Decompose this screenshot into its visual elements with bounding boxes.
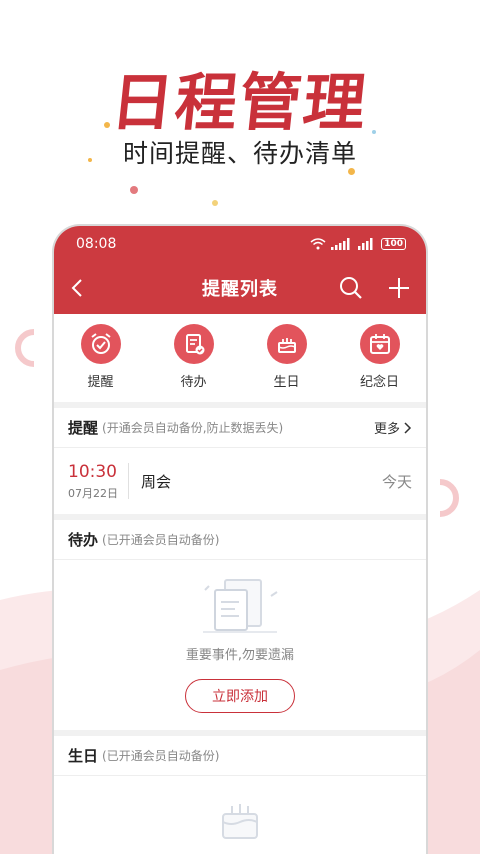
birthday-section: 生日 (已开通会员自动备份) — [54, 736, 426, 854]
reminder-title: 周会 — [141, 472, 172, 491]
quick-action-label: 待办 — [180, 375, 207, 390]
quick-action-label: 纪念日 — [359, 375, 399, 390]
quick-action-reminder[interactable]: 提醒 — [61, 324, 141, 390]
section-title: 生日 — [68, 747, 99, 765]
section-note: (已开通会员自动备份) — [102, 749, 220, 763]
battery-icon: 100 — [381, 238, 406, 250]
todo-empty-state: 重要事件,勿要遗漏 立即添加 — [54, 560, 426, 730]
reminder-section-header: 提醒 (开通会员自动备份,防止数据丢失) 更多 — [54, 408, 426, 448]
status-time: 08:08 — [76, 236, 117, 252]
section-note: (开通会员自动备份,防止数据丢失) — [102, 421, 284, 435]
todo-section: 待办 (已开通会员自动备份) 重要事件,勿要遗漏 立即添加 — [54, 520, 426, 730]
app-bar: 08:08 100 提醒列表 — [54, 226, 426, 314]
promo-title: 日程管理 — [107, 66, 372, 139]
phone-frame: 08:08 100 提醒列表 提醒 待办 生日 纪念日 提醒 (开通会员自动备份… — [52, 224, 428, 854]
alarm-clock-icon — [80, 324, 121, 364]
quick-action-anniversary[interactable]: 纪念日 — [340, 324, 420, 390]
section-note: (已开通会员自动备份) — [102, 533, 220, 547]
empty-cake-icon — [222, 804, 258, 839]
reminder-day: 今天 — [381, 472, 412, 491]
quick-action-label: 生日 — [273, 375, 300, 390]
todo-section-header: 待办 (已开通会员自动备份) — [54, 520, 426, 560]
divider — [128, 463, 129, 499]
empty-text: 重要事件,勿要遗漏 — [185, 648, 295, 663]
decor-right-ring — [439, 479, 459, 517]
promo-subtitle: 时间提醒、待办清单 — [122, 139, 357, 168]
birthday-section-header: 生日 (已开通会员自动备份) — [54, 736, 426, 776]
more-link[interactable]: 更多 — [374, 418, 412, 437]
decor-left-ring — [15, 329, 35, 367]
birthday-cake-icon — [266, 324, 307, 364]
quick-action-birthday[interactable]: 生日 — [247, 324, 327, 390]
birthday-empty-state — [54, 776, 426, 854]
section-title: 提醒 — [68, 419, 99, 437]
section-title: 待办 — [68, 531, 99, 549]
add-icon[interactable] — [386, 275, 412, 301]
chevron-right-icon — [404, 421, 412, 434]
empty-document-icon — [203, 579, 278, 633]
add-now-button[interactable]: 立即添加 — [185, 679, 295, 713]
decor-dot — [212, 200, 218, 206]
reminder-section: 提醒 (开通会员自动备份,防止数据丢失) 更多 10:30 07月22日 周会 … — [54, 408, 426, 514]
reminder-time: 10:30 07月22日 — [68, 462, 126, 501]
status-icons: 100 — [310, 238, 406, 250]
signal-icon — [358, 238, 373, 250]
nav-bar: 提醒列表 — [54, 268, 426, 308]
quick-action-label: 提醒 — [87, 375, 114, 390]
reminder-hour: 10:30 — [68, 461, 117, 482]
back-arrow-icon[interactable] — [66, 276, 90, 300]
signal-icon — [331, 238, 350, 250]
wifi-icon — [310, 238, 326, 250]
search-icon[interactable] — [338, 275, 364, 301]
todo-list-icon — [173, 324, 214, 364]
reminder-date: 07月22日 — [68, 486, 118, 500]
calendar-heart-icon — [359, 324, 400, 364]
quick-actions: 提醒 待办 生日 纪念日 — [54, 314, 426, 402]
decor-dot — [130, 186, 138, 194]
list-item[interactable]: 10:30 07月22日 周会 今天 — [54, 448, 426, 514]
status-bar: 08:08 100 — [54, 226, 426, 262]
page-title: 提醒列表 — [202, 279, 278, 300]
quick-action-todo[interactable]: 待办 — [154, 324, 234, 390]
